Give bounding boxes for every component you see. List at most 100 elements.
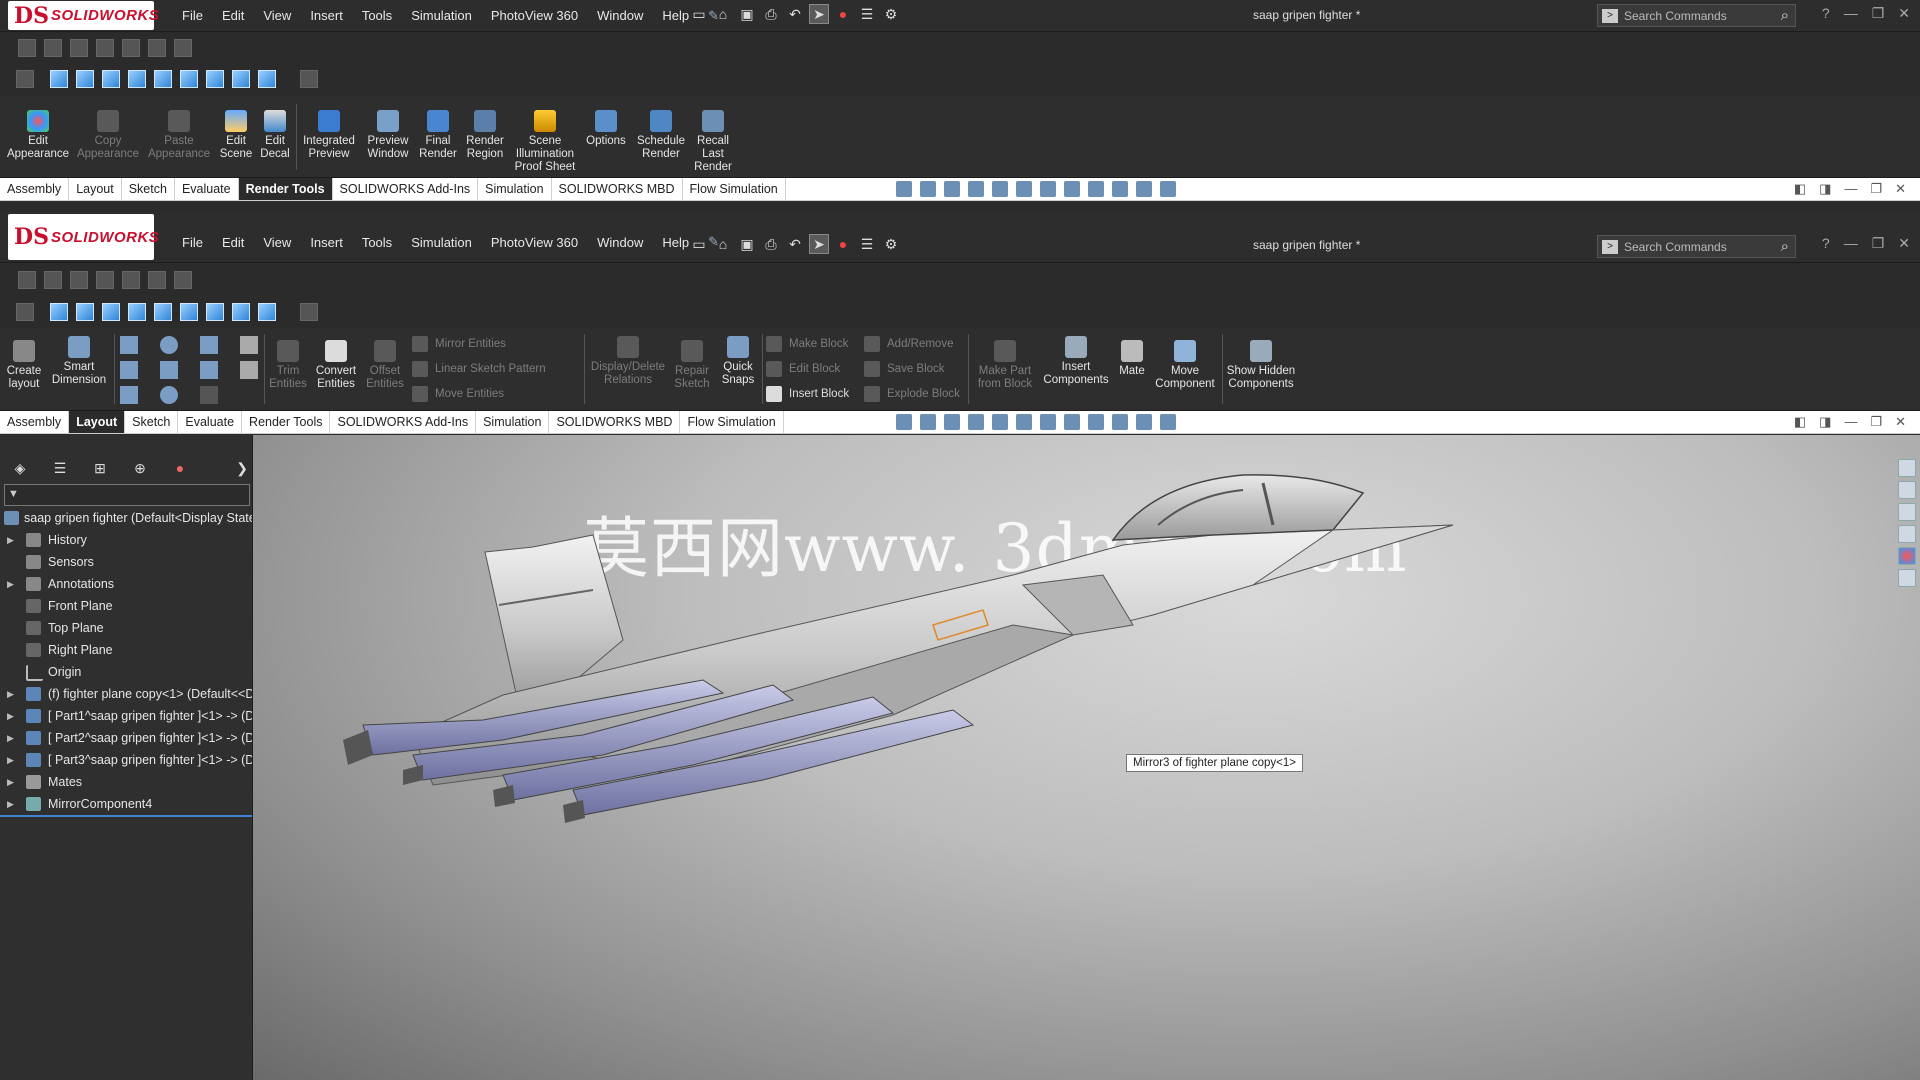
lines-icon[interactable] xyxy=(96,39,114,57)
tab-assembly[interactable]: Assembly xyxy=(0,411,70,433)
arc-icon[interactable] xyxy=(160,361,178,379)
tree-node-origin[interactable]: Origin xyxy=(0,661,252,683)
tab-evaluate[interactable]: Evaluate xyxy=(175,178,239,200)
expand-panel-icon[interactable]: ❯ xyxy=(200,457,248,479)
doc-minimize-icon[interactable]: — xyxy=(1844,414,1857,430)
solidworks-resources-icon[interactable] xyxy=(1898,459,1916,477)
edit-decal-button[interactable]: Edit Decal xyxy=(258,110,292,161)
solidworks-logo[interactable]: DS SOLIDWORKS xyxy=(8,1,159,30)
search-input[interactable]: Search Commands xyxy=(1624,240,1781,254)
minimize-icon[interactable]: — xyxy=(1844,235,1858,252)
tile-right-icon[interactable]: ◨ xyxy=(1819,181,1831,197)
search-icon[interactable]: ⌕ xyxy=(1781,7,1789,24)
expand-arrow-icon[interactable]: ▶ xyxy=(7,749,14,771)
back-view-icon[interactable] xyxy=(76,303,94,321)
help-icon[interactable]: ? xyxy=(1822,235,1830,252)
tree-node-fighter-plane-copy[interactable]: ▶ (f) fighter plane copy<1> (Default<<D xyxy=(0,683,252,705)
new-document-icon[interactable]: ▭ xyxy=(690,235,708,253)
previous-view-icon[interactable] xyxy=(944,414,960,430)
menu-photoview[interactable]: PhotoView 360 xyxy=(491,8,578,23)
options-button[interactable]: Options xyxy=(584,110,628,148)
grid-icon[interactable] xyxy=(122,271,140,289)
mirror-entities-button[interactable]: Mirror Entities xyxy=(412,336,506,352)
expand-arrow-icon[interactable]: ▶ xyxy=(7,529,14,551)
final-render-button[interactable]: Final Render xyxy=(418,110,458,161)
letter-a-icon[interactable] xyxy=(240,361,258,379)
expand-arrow-icon[interactable]: ▶ xyxy=(7,727,14,749)
doc-close-icon[interactable]: ✕ xyxy=(1895,414,1906,430)
select-arrow-icon[interactable]: ➤ xyxy=(809,234,829,254)
explode-block-button[interactable]: Explode Block xyxy=(864,386,960,402)
options-gear-icon[interactable]: ⚙ xyxy=(882,235,900,253)
tab-assembly[interactable]: Assembly xyxy=(0,178,70,200)
menu-photoview[interactable]: PhotoView 360 xyxy=(491,235,578,250)
zoom-to-area-icon[interactable] xyxy=(920,181,936,197)
dimetric-view-icon[interactable] xyxy=(258,303,276,321)
tab-render-tools[interactable]: Render Tools xyxy=(238,178,333,200)
tree-node-history[interactable]: ▶ History xyxy=(0,529,252,551)
doc-restore-icon[interactable]: ❐ xyxy=(1870,181,1882,197)
back-view-icon[interactable] xyxy=(76,70,94,88)
menu-tools[interactable]: Tools xyxy=(362,8,392,23)
edit-appearance-icon[interactable] xyxy=(1088,414,1104,430)
menu-file[interactable]: File xyxy=(182,235,203,250)
tree-node-top-plane[interactable]: Top Plane xyxy=(0,617,252,639)
search-commands-second[interactable]: > Search Commands ⌕ xyxy=(1597,235,1796,258)
custom-properties-icon[interactable] xyxy=(1898,569,1916,587)
copy-appearance-button[interactable]: Copy Appearance xyxy=(74,110,142,161)
isometric-view-icon[interactable] xyxy=(206,303,224,321)
restore-icon[interactable]: ❐ xyxy=(1872,5,1885,22)
line-icon[interactable] xyxy=(120,336,138,354)
tree-node-part1[interactable]: ▶[ Part1^saap gripen fighter ]<1> -> (D xyxy=(0,705,252,727)
edit-appearance-icon[interactable] xyxy=(1088,181,1104,197)
integrated-preview-button[interactable]: Integrated Preview xyxy=(300,110,358,161)
sketch-icon[interactable] xyxy=(70,39,88,57)
tab-layout[interactable]: Layout xyxy=(69,178,122,200)
tab-flow-simulation[interactable]: Flow Simulation xyxy=(680,411,784,433)
file-properties-icon[interactable]: ☰ xyxy=(858,235,876,253)
apply-scene-icon[interactable] xyxy=(1112,414,1128,430)
create-layout-button[interactable]: Create layout xyxy=(2,340,46,391)
point-icon[interactable] xyxy=(160,386,178,404)
dynamic-annotation-icon[interactable] xyxy=(992,414,1008,430)
expand-arrow-icon[interactable]: ▶ xyxy=(7,793,14,815)
appearances-icon[interactable] xyxy=(1898,547,1916,565)
display-monitor-icon[interactable] xyxy=(1160,414,1176,430)
rectangle-icon[interactable] xyxy=(120,361,138,379)
menu-help[interactable]: Help xyxy=(662,8,689,23)
left-view-icon[interactable] xyxy=(102,70,120,88)
open-icon[interactable]: ⌂ xyxy=(714,5,732,23)
restore-icon[interactable]: ❐ xyxy=(1872,235,1885,252)
expand-arrow-icon[interactable]: ▶ xyxy=(7,683,14,705)
tab-layout[interactable]: Layout xyxy=(69,411,126,433)
table-icon[interactable] xyxy=(148,39,166,57)
display-style-icon[interactable] xyxy=(1040,181,1056,197)
tab-simulation[interactable]: Simulation xyxy=(478,178,552,200)
trimetric-view-icon[interactable] xyxy=(232,70,250,88)
table-icon[interactable] xyxy=(148,271,166,289)
menu-view[interactable]: View xyxy=(263,8,291,23)
menu-edit[interactable]: Edit xyxy=(222,8,244,23)
chart-icon[interactable] xyxy=(174,39,192,57)
feature-manager-tab-icon[interactable]: ◈ xyxy=(0,457,40,479)
slot-icon[interactable] xyxy=(120,386,138,404)
normal-to-icon[interactable] xyxy=(16,303,34,321)
rebuild-icon[interactable] xyxy=(18,271,36,289)
bottom-view-icon[interactable] xyxy=(180,70,198,88)
tab-solidworks-addins[interactable]: SOLIDWORKS Add-Ins xyxy=(333,178,479,200)
top-view-icon[interactable] xyxy=(154,303,172,321)
tree-node-annotations[interactable]: ▶ Annotations xyxy=(0,573,252,595)
tile-left-icon[interactable]: ◧ xyxy=(1794,414,1806,430)
edit-appearance-button[interactable]: Edit Appearance xyxy=(4,110,72,161)
section-view-icon[interactable] xyxy=(968,414,984,430)
search-commands[interactable]: > Search Commands ⌕ xyxy=(1597,4,1796,27)
undo-icon[interactable]: ↶ xyxy=(786,235,804,253)
isometric-view-icon[interactable] xyxy=(206,70,224,88)
redo-icon[interactable] xyxy=(44,271,62,289)
spline-icon[interactable] xyxy=(200,336,218,354)
tab-sketch[interactable]: Sketch xyxy=(125,411,179,433)
search-input[interactable]: Search Commands xyxy=(1624,9,1781,23)
menu-simulation[interactable]: Simulation xyxy=(411,235,472,250)
select-arrow-icon[interactable]: ➤ xyxy=(809,4,829,24)
tab-evaluate[interactable]: Evaluate xyxy=(178,411,243,433)
